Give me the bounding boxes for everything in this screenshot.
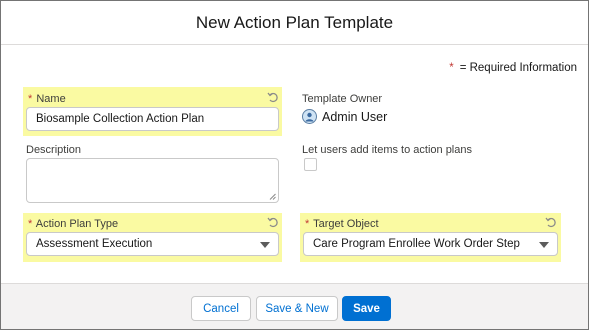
user-avatar-icon xyxy=(302,109,317,124)
resize-grip-icon[interactable] xyxy=(269,193,276,200)
required-star: * xyxy=(28,93,33,105)
chevron-down-icon xyxy=(260,242,270,248)
chevron-down-icon xyxy=(539,242,549,248)
let-users-add-label: Let users add items to action plans xyxy=(302,144,472,156)
name-input-value: Biosample Collection Action Plan xyxy=(36,113,205,125)
cancel-button[interactable]: Cancel xyxy=(191,296,251,321)
modal-title: New Action Plan Template xyxy=(195,12,394,32)
name-input[interactable]: Biosample Collection Action Plan xyxy=(26,107,279,131)
undo-icon[interactable] xyxy=(267,91,279,103)
let-users-add-checkbox[interactable] xyxy=(304,158,317,171)
name-label: * Name xyxy=(28,93,66,105)
required-star: * xyxy=(28,218,33,230)
action-plan-type-select[interactable]: Assessment Execution xyxy=(26,232,279,256)
modal-header: New Action Plan Template xyxy=(1,1,588,45)
required-info-note: * = Required Information xyxy=(449,62,577,74)
template-owner-name[interactable]: Admin User xyxy=(322,110,387,124)
target-object-label: * Target Object xyxy=(305,218,379,230)
undo-icon[interactable] xyxy=(267,216,279,228)
action-plan-type-label: * Action Plan Type xyxy=(28,218,118,230)
name-label-text: Name xyxy=(36,93,66,105)
description-textarea[interactable] xyxy=(26,158,279,203)
action-plan-type-value: Assessment Execution xyxy=(36,238,153,250)
template-owner-label: Template Owner xyxy=(302,93,383,105)
modal-footer: Cancel Save & New Save xyxy=(1,283,588,329)
target-object-label-text: Target Object xyxy=(313,218,379,230)
template-owner-value: Admin User xyxy=(302,109,387,124)
description-label: Description xyxy=(26,144,82,156)
save-button[interactable]: Save xyxy=(342,296,391,321)
required-info-text: = Required Information xyxy=(459,62,577,74)
required-star: * xyxy=(305,218,310,230)
target-object-value: Care Program Enrollee Work Order Step xyxy=(313,238,520,250)
action-plan-type-label-text: Action Plan Type xyxy=(35,218,119,230)
required-star: * xyxy=(449,62,454,74)
target-object-select[interactable]: Care Program Enrollee Work Order Step xyxy=(303,232,558,256)
undo-icon[interactable] xyxy=(545,216,557,228)
save-and-new-button[interactable]: Save & New xyxy=(256,296,338,321)
new-action-plan-template-modal: New Action Plan Template * = Required Inf… xyxy=(0,0,589,330)
